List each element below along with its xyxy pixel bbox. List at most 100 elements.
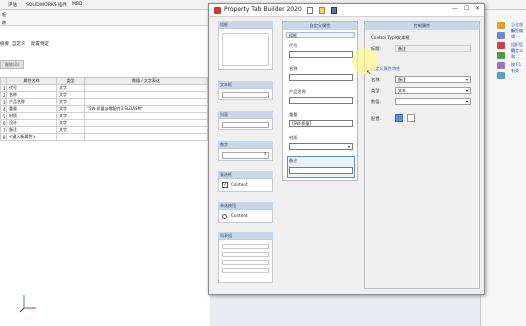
row-value[interactable] — [84, 119, 208, 127]
row-index: 7 — [0, 126, 7, 134]
tab-evaluate[interactable]: 评估 — [8, 2, 17, 8]
coordinate-axis-icon — [19, 295, 36, 313]
row-name[interactable]: 名称 — [6, 91, 57, 99]
row-name[interactable]: 产品名称 — [6, 98, 57, 106]
row-value[interactable] — [84, 91, 208, 99]
tab-config-specific[interactable]: 配置特定 — [31, 41, 49, 47]
palette-number[interactable]: 数字 ⇕ — [218, 141, 273, 161]
tab-custom[interactable]: 自定义 — [12, 41, 26, 47]
row-name[interactable]: 重量 — [6, 105, 57, 113]
table-row[interactable]: 8 <键入新属性> — [0, 133, 208, 141]
home-icon[interactable] — [497, 22, 505, 29]
palette-list[interactable]: 列表 — [218, 111, 273, 130]
row-name[interactable]: 备注 — [6, 126, 57, 134]
appearance-icon[interactable] — [497, 62, 505, 69]
row-type[interactable] — [56, 133, 85, 141]
tab-mbd[interactable]: MBD — [72, 2, 82, 7]
field-input-remarks[interactable] — [289, 167, 353, 174]
row-index: 5 — [0, 112, 7, 120]
radio-content-label: Content — [231, 213, 248, 218]
minimize-button[interactable]: — — [452, 5, 458, 12]
open-folder-icon[interactable] — [319, 7, 325, 14]
config-all-icon[interactable] — [395, 114, 403, 122]
chevron-down-icon: ▾ — [465, 88, 468, 93]
row-name[interactable]: 材质 — [6, 112, 57, 120]
table-row[interactable]: 5 材质 文字 — [0, 112, 208, 120]
delete-button[interactable]: 删除(D) — [0, 60, 24, 69]
table-row[interactable]: 4 重量 文字 "SW-质量@零配件3.SLDASM" — [0, 105, 208, 113]
palette-item-label: 数字 — [218, 141, 273, 148]
cursor-highlight — [352, 48, 378, 74]
table-row[interactable]: 7 备注 文字 — [0, 126, 208, 134]
maximize-button[interactable]: ☐ — [464, 5, 469, 12]
group-box-title[interactable]: 组框 — [286, 32, 355, 38]
palette-listgroup[interactable]: 列表组 — [218, 232, 273, 283]
field-label: 备注 — [289, 158, 298, 163]
row-name[interactable]: 代号 — [6, 84, 57, 92]
palette-checkbox[interactable]: 复选框 ✓ Content — [218, 171, 273, 192]
chevron-down-icon: ▾ — [465, 99, 468, 104]
caption-input[interactable]: 备注 — [395, 45, 471, 52]
row-value[interactable] — [84, 84, 208, 92]
field-input-code[interactable] — [289, 51, 353, 58]
row-type[interactable]: 文字 — [56, 119, 85, 127]
row-type[interactable]: 文字 — [56, 98, 85, 106]
row-type[interactable]: 文字 — [56, 105, 85, 113]
config-label: 配置: — [371, 116, 381, 121]
close-button[interactable]: ✕ — [475, 5, 480, 12]
table-row[interactable]: 2 名称 文字 — [0, 91, 208, 99]
row-index: 1 — [0, 84, 7, 92]
row-value[interactable] — [84, 133, 208, 141]
value-select[interactable]: ▾ — [395, 98, 471, 105]
window-title: Property Tab Builder 2020 — [224, 6, 302, 13]
chevron-down-icon: ▾ — [465, 77, 468, 82]
chevron-down-icon: ▾ — [347, 144, 350, 149]
row-value[interactable] — [84, 112, 208, 120]
custom-properties-canvas: 自定义属性 组框 代号 名称 产品名称 重量 [SW-质量] 材质 ▾ 备注 — [282, 21, 358, 181]
tab-solidworks-addins[interactable]: SOLIDWORKS 插件 — [26, 2, 67, 8]
save-icon[interactable] — [331, 7, 337, 14]
row-type[interactable]: 文字 — [56, 112, 85, 120]
tab-summary[interactable]: 摘要 — [0, 41, 9, 47]
field-input-product[interactable] — [289, 97, 353, 104]
table-row[interactable]: 6 设计 文字 — [0, 119, 208, 127]
palette-radio[interactable]: 单选按钮 Content — [218, 202, 273, 223]
field-label: 代号 — [289, 43, 298, 48]
value-label: 数值: — [371, 99, 381, 104]
table-row[interactable]: 1 代号 文字 — [0, 84, 208, 92]
resources-icon[interactable] — [497, 32, 505, 39]
row-name[interactable]: 设计 — [6, 119, 57, 127]
name-select[interactable]: 备注 ▾ — [395, 76, 471, 83]
config-specific-icon[interactable] — [407, 114, 415, 122]
field-input-weight[interactable]: [SW-质量] — [289, 120, 353, 127]
table-row[interactable]: 3 产品名称 文字 — [0, 98, 208, 106]
row-type[interactable]: 文字 — [56, 126, 85, 134]
type-label: 类型: — [371, 88, 381, 93]
palette-textbox[interactable]: 文本框 — [218, 81, 273, 100]
custom-properties-icon[interactable] — [497, 72, 505, 79]
task-pane-line: 标签编辑 — [511, 28, 523, 39]
field-label: 名称 — [289, 66, 298, 71]
type-select[interactable]: 文本 ▾ — [395, 87, 471, 94]
title-bar[interactable]: Property Tab Builder 2020 — ☐ ✕ — [209, 4, 484, 17]
row-value[interactable] — [84, 126, 208, 134]
row-value[interactable] — [84, 98, 208, 106]
sub-item-1[interactable]: 板 — [2, 12, 6, 18]
row-index: 3 — [0, 98, 7, 106]
row-value[interactable]: "SW-质量@零配件3.SLDASM" — [84, 105, 208, 113]
new-file-icon[interactable] — [307, 7, 313, 14]
library-icon[interactable] — [497, 42, 505, 49]
palette-item-label: 组框 — [218, 21, 273, 28]
row-type[interactable]: 文字 — [56, 84, 85, 92]
field-input-name[interactable] — [289, 74, 353, 81]
field-input-material[interactable]: ▾ — [289, 143, 353, 150]
explorer-icon[interactable] — [497, 52, 505, 59]
row-index: 4 — [0, 105, 7, 113]
palette-groupbox[interactable]: 组框 — [218, 21, 273, 70]
palette-item-label: 列表组 — [218, 232, 273, 239]
row-name[interactable]: <键入新属性> — [6, 133, 57, 141]
row-type[interactable]: 文字 — [56, 91, 85, 99]
spinner-icon: ⇕ — [263, 151, 267, 156]
panel-header: 控制属性 — [365, 22, 479, 30]
palette-item-label: 单选按钮 — [218, 202, 273, 209]
